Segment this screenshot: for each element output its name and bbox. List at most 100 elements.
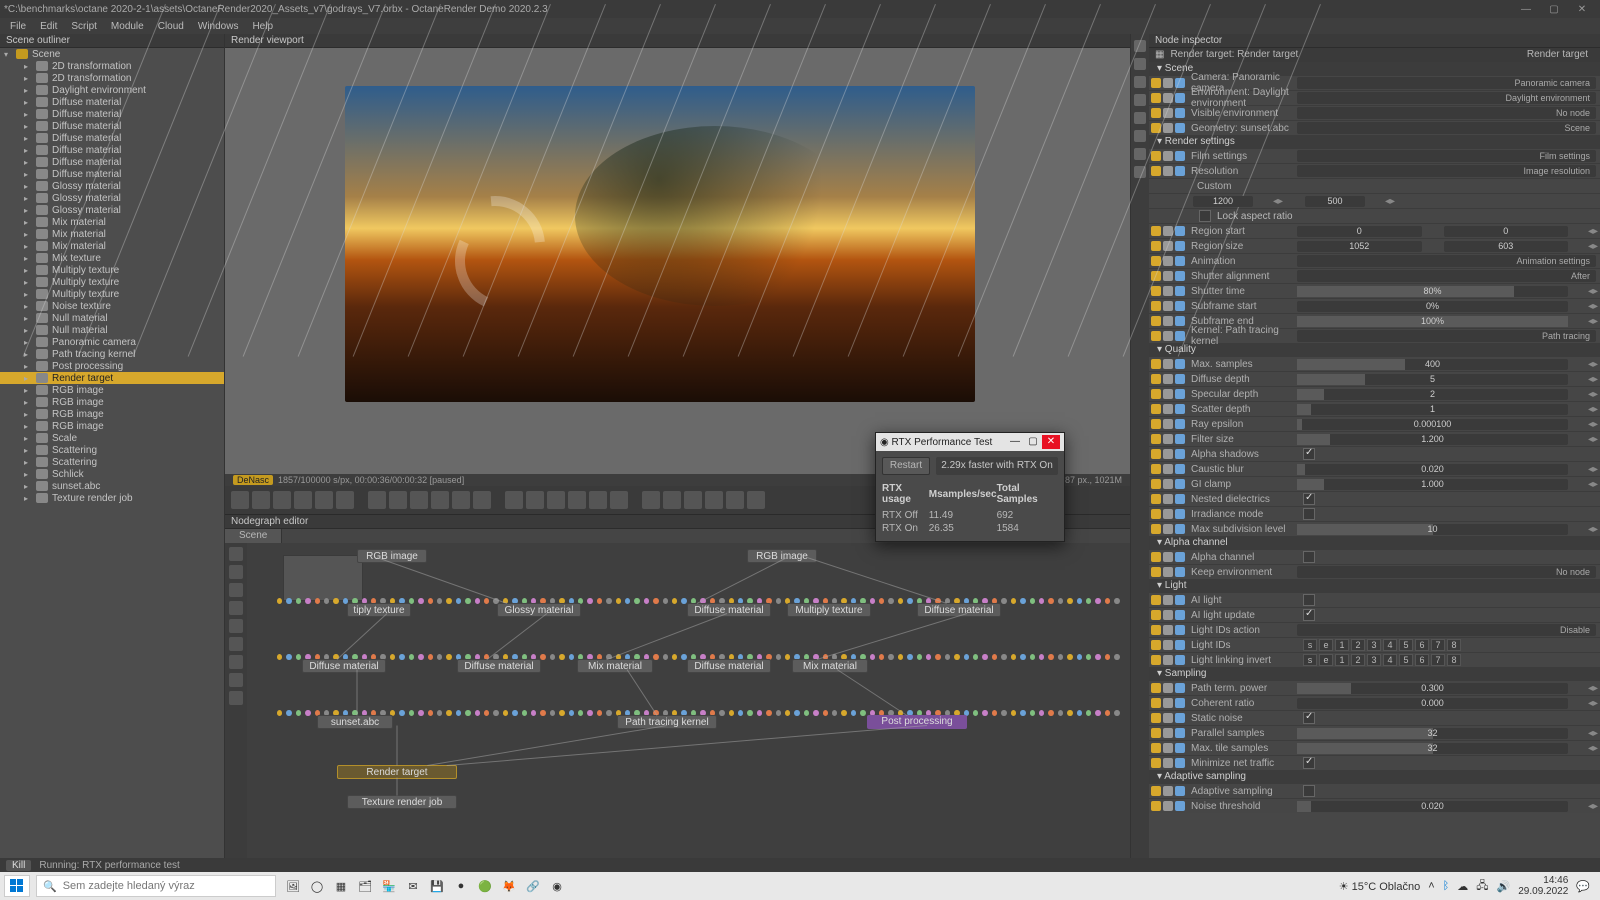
network-icon[interactable]: 🖧 <box>1476 877 1488 896</box>
inspector-rail-button[interactable] <box>1134 40 1146 52</box>
section-header[interactable]: ▾ Adaptive sampling <box>1149 770 1600 783</box>
viewport-tool-button[interactable] <box>684 491 702 509</box>
volume-icon[interactable]: 🔊 <box>1497 880 1511 893</box>
tree-item[interactable]: ▸Diffuse material <box>0 144 224 156</box>
tree-item[interactable]: ▸Null material <box>0 312 224 324</box>
node-tplytex[interactable]: tiply texture <box>347 603 411 617</box>
node-sunset[interactable]: sunset.abc <box>317 715 393 729</box>
tree-item[interactable]: ▸Null material <box>0 324 224 336</box>
prop-quality[interactable]: Max subdivision level10◂▸ <box>1149 521 1600 536</box>
prop-quality[interactable]: Caustic blur0.020◂▸ <box>1149 461 1600 476</box>
node-diff3[interactable]: Diffuse material <box>302 659 386 673</box>
node-diff1[interactable]: Diffuse material <box>687 603 771 617</box>
inspector-rail-button[interactable] <box>1134 148 1146 160</box>
dialog-maximize-icon[interactable]: ▢ <box>1024 435 1042 449</box>
taskbar-app-icon[interactable]: 💾 <box>426 875 448 897</box>
viewport-tool-button[interactable] <box>336 491 354 509</box>
prop-animation[interactable]: AnimationAnimation settings <box>1149 253 1600 268</box>
taskbar-app-icon[interactable]: ✉ <box>402 875 424 897</box>
start-button[interactable] <box>4 875 30 897</box>
node-diff2[interactable]: Diffuse material <box>687 659 771 673</box>
tree-item[interactable]: ▸Scattering <box>0 456 224 468</box>
tree-item[interactable]: ▸Glossy material <box>0 204 224 216</box>
tree-item[interactable]: ▸Texture render job <box>0 492 224 504</box>
tree-root[interactable]: ▾Scene <box>0 48 224 60</box>
menu-script[interactable]: Script <box>71 21 97 32</box>
prop-alpha[interactable]: Alpha channel <box>1149 549 1600 564</box>
taskbar-app-icon[interactable]: 🦊 <box>498 875 520 897</box>
dialog-minimize-icon[interactable]: — <box>1006 435 1024 449</box>
tree-item[interactable]: ▸Diffuse material <box>0 168 224 180</box>
taskbar-app-icon[interactable]: ▦ <box>330 875 352 897</box>
prop-ai-light-update[interactable]: AI light update <box>1149 607 1600 622</box>
prop-quality[interactable]: Filter size1.200◂▸ <box>1149 431 1600 446</box>
window-close-icon[interactable]: ✕ <box>1568 4 1596 15</box>
inspector-rail-button[interactable] <box>1134 76 1146 88</box>
tree-item[interactable]: ▸2D transformation <box>0 60 224 72</box>
prop-subframe-start[interactable]: Subframe start0%◂▸ <box>1149 298 1600 313</box>
prop-lock-aspect[interactable]: Lock aspect ratio <box>1149 208 1600 223</box>
nodegraph-tool-button[interactable] <box>229 637 243 651</box>
node-post[interactable]: Post processing <box>867 715 967 729</box>
taskbar-clock[interactable]: 14:4629.09.2022 <box>1518 875 1568 897</box>
inspector-rail-button[interactable] <box>1134 130 1146 142</box>
node-rgb1[interactable]: RGB image <box>357 549 427 563</box>
nodegraph-tool-button[interactable] <box>229 565 243 579</box>
viewport-tool-button[interactable] <box>505 491 523 509</box>
restart-button[interactable]: Restart <box>882 457 930 475</box>
tree-item[interactable]: ▸Mix material <box>0 240 224 252</box>
menu-help[interactable]: Help <box>252 21 273 32</box>
notifications-icon[interactable]: 💬 <box>1576 880 1590 893</box>
prop-sampling[interactable]: Static noise <box>1149 710 1600 725</box>
prop-environment[interactable]: Environment: Daylight environmentDayligh… <box>1149 90 1600 105</box>
prop-region-start[interactable]: Region start00◂▸ <box>1149 223 1600 238</box>
menu-module[interactable]: Module <box>111 21 144 32</box>
viewport-tool-button[interactable] <box>726 491 744 509</box>
tree-item[interactable]: ▸2D transformation <box>0 72 224 84</box>
section-header[interactable]: ▾ Light <box>1149 579 1600 592</box>
tree-item[interactable]: ▸Post processing <box>0 360 224 372</box>
viewport-tool-button[interactable] <box>294 491 312 509</box>
section-header[interactable]: ▾ Sampling <box>1149 667 1600 680</box>
prop-sampling[interactable]: Path term. power0.300◂▸ <box>1149 680 1600 695</box>
viewport-tool-button[interactable] <box>389 491 407 509</box>
prop-shutter-align[interactable]: Shutter alignmentAfter <box>1149 268 1600 283</box>
tree-item[interactable]: ▸Noise texture <box>0 300 224 312</box>
menu-file[interactable]: File <box>10 21 26 32</box>
viewport-tool-button[interactable] <box>547 491 565 509</box>
prop-res-preset[interactable]: Custom <box>1149 178 1600 193</box>
tree-item[interactable]: ▸RGB image <box>0 408 224 420</box>
tree-item[interactable]: ▸Daylight environment <box>0 84 224 96</box>
prop-quality[interactable]: Nested dielectrics <box>1149 491 1600 506</box>
prop-res-dims[interactable]: 1200◂▸500◂▸ <box>1149 193 1600 208</box>
nodegraph-tool-button[interactable] <box>229 673 243 687</box>
menu-edit[interactable]: Edit <box>40 21 57 32</box>
viewport-tool-button[interactable] <box>705 491 723 509</box>
tree-item[interactable]: ▸Scale <box>0 432 224 444</box>
node-mix2[interactable]: Mix material <box>792 659 868 673</box>
prop-quality[interactable]: Specular depth2◂▸ <box>1149 386 1600 401</box>
tree-item[interactable]: ▸Schlick <box>0 468 224 480</box>
tree-item[interactable]: ▸sunset.abc <box>0 480 224 492</box>
tree-item[interactable]: ▸RGB image <box>0 384 224 396</box>
taskbar-app-icon[interactable]: ◉ <box>546 875 568 897</box>
viewport-tool-button[interactable] <box>610 491 628 509</box>
window-maximize-icon[interactable]: ▢ <box>1540 4 1568 15</box>
tree-item[interactable]: ▸Diffuse material <box>0 120 224 132</box>
viewport-tool-button[interactable] <box>568 491 586 509</box>
tree-item[interactable]: ▸Panoramic camera <box>0 336 224 348</box>
section-header[interactable]: ▾ Render settings <box>1149 135 1600 148</box>
tree-item[interactable]: ▸Scattering <box>0 444 224 456</box>
prop-keep-env[interactable]: Keep environmentNo node <box>1149 564 1600 579</box>
tree-item[interactable]: ▸Mix material <box>0 228 224 240</box>
section-header[interactable]: ▾ Alpha channel <box>1149 536 1600 549</box>
tray-chevron-icon[interactable]: ˄ <box>1428 880 1434 892</box>
viewport-tool-button[interactable] <box>410 491 428 509</box>
tree-item[interactable]: ▸Glossy material <box>0 180 224 192</box>
prop-quality[interactable]: GI clamp1.000◂▸ <box>1149 476 1600 491</box>
inspector-target-button[interactable]: Render target <box>1521 48 1594 62</box>
window-minimize-icon[interactable]: — <box>1512 4 1540 15</box>
prop-sampling[interactable]: Parallel samples32◂▸ <box>1149 725 1600 740</box>
viewport-tool-button[interactable] <box>431 491 449 509</box>
viewport-tool-button[interactable] <box>642 491 660 509</box>
